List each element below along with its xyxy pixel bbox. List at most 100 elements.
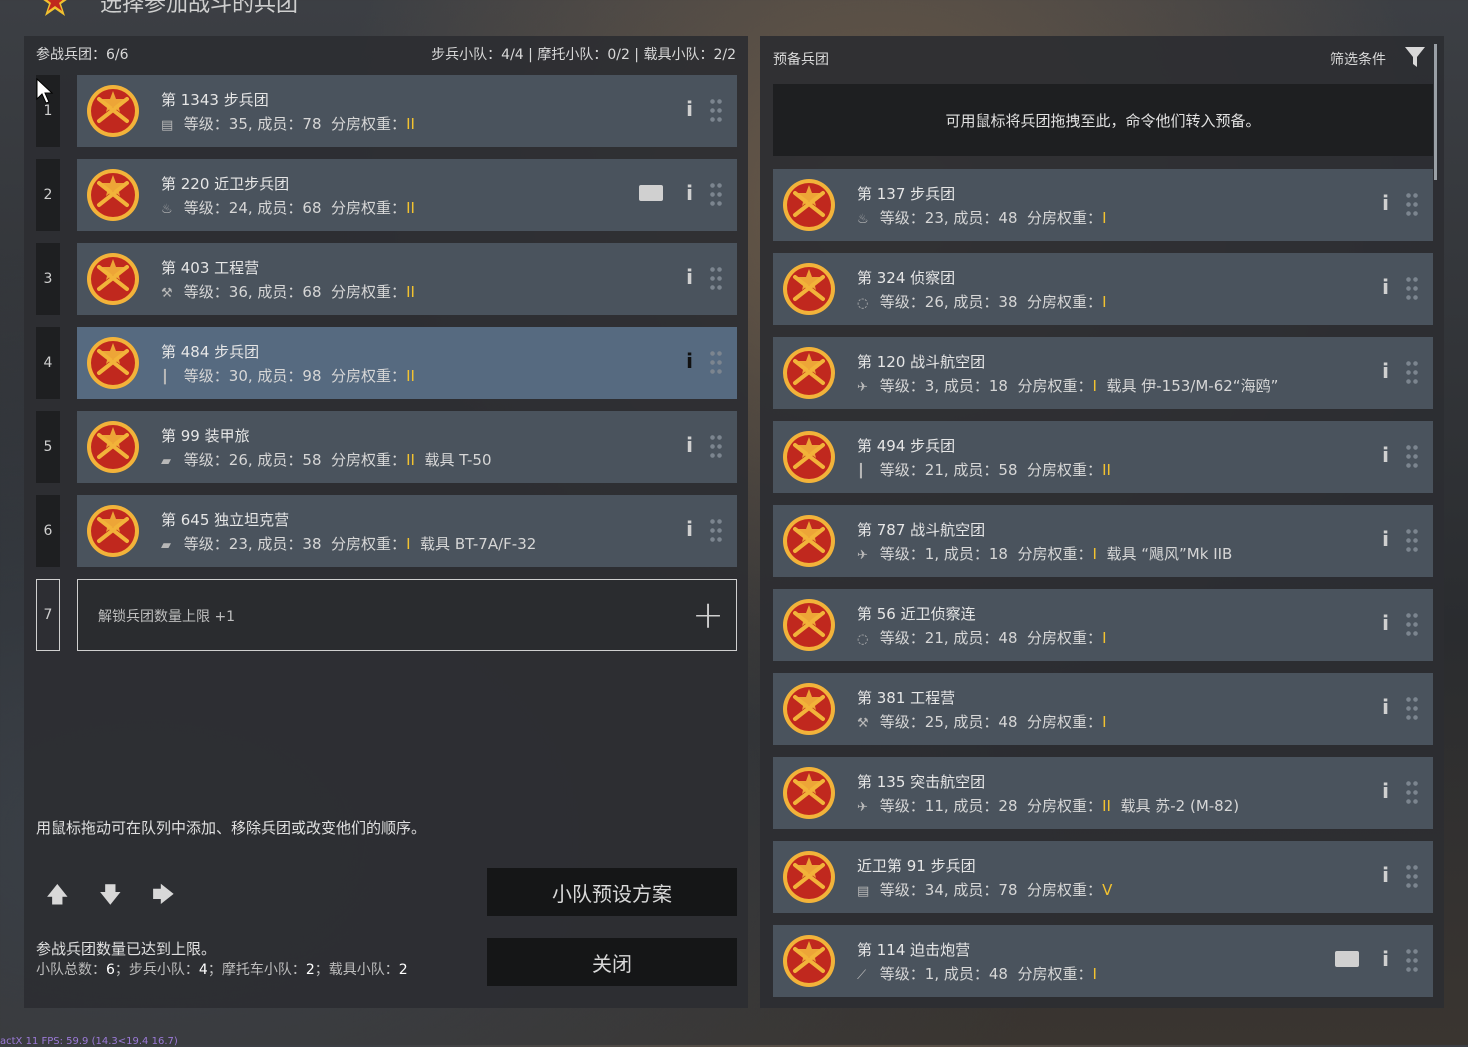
drag-handle-icon[interactable] (1405, 863, 1419, 891)
squad-level-members: 等级：24, 成员：6 (183, 199, 312, 217)
reserve-squad-card[interactable]: 第 56 近卫侦察连 ◌ 等级：21, 成员：48 分房权重：I i (773, 589, 1433, 661)
arrow-down-icon[interactable]: 🡇 (99, 878, 122, 916)
info-icon[interactable]: i (686, 433, 693, 457)
drag-handle-icon[interactable] (1405, 443, 1419, 471)
active-squad-card[interactable]: 第 484 步兵团 ┃ 等级：30, 成员：98 分房权重：II i (77, 327, 737, 399)
drag-handle-icon[interactable] (709, 97, 723, 125)
drag-handle-icon[interactable] (1405, 695, 1419, 723)
weight-value: II (406, 199, 415, 217)
info-icon[interactable]: i (1382, 695, 1389, 719)
weight-label: 分房权重： (1027, 209, 1103, 227)
drag-handle-icon[interactable] (709, 265, 723, 293)
squad-emblem-icon (85, 419, 141, 475)
slot-number: 6 (36, 495, 60, 567)
aircraft-icon: ✈ (857, 800, 868, 815)
scrollbar[interactable] (1434, 44, 1437, 180)
drag-handle-icon[interactable] (709, 349, 723, 377)
slot-number: 4 (36, 327, 60, 399)
filter-icon[interactable] (1404, 46, 1426, 68)
unlock-slot-button[interactable]: 解锁兵团数量上限 +1 + (77, 579, 737, 651)
drag-handle-icon[interactable] (1405, 611, 1419, 639)
squad-stats: ♨ 等级：24, 成员：68 分房权重：II (161, 197, 424, 218)
person-icon: 8 (1007, 629, 1018, 647)
reserve-squad-card[interactable]: 第 494 步兵团 ┃ 等级：21, 成员：58 分房权重：II i (773, 421, 1433, 493)
aircraft-icon: ✈ (857, 380, 868, 395)
info-icon[interactable]: i (1382, 947, 1389, 971)
weight-label: 分房权重： (331, 451, 407, 469)
arrow-right-icon[interactable]: 🡆 (152, 878, 175, 916)
info-icon[interactable]: i (686, 181, 693, 205)
active-count-label: 参战兵团：6/6 (36, 47, 129, 63)
squad-level-members: 等级：21, 成员：5 (879, 461, 1008, 479)
filter-label[interactable]: 筛选条件 (1330, 49, 1386, 69)
info-icon[interactable]: i (1382, 611, 1389, 635)
squad-emblem-icon (781, 177, 837, 233)
squad-title: 第 381 工程营 (857, 689, 956, 707)
weight-value: I (1092, 965, 1097, 983)
info-icon[interactable]: i (1382, 443, 1389, 467)
drag-handle-icon[interactable] (1405, 527, 1419, 555)
slot-number: 2 (36, 159, 60, 231)
info-icon[interactable]: i (1382, 191, 1389, 215)
reserve-squad-card[interactable]: 第 114 迫击炮营 ⟋ 等级：1, 成员：48 分房权重：I i (773, 925, 1433, 997)
squad-emblem-icon (781, 345, 837, 401)
info-icon[interactable]: i (686, 97, 693, 121)
reserve-squad-card[interactable]: 第 120 战斗航空团 ✈ 等级：3, 成员：18 分房权重：I 载具 伊-15… (773, 337, 1433, 409)
info-icon[interactable]: i (686, 265, 693, 289)
squad-title: 第 120 战斗航空团 (857, 353, 986, 371)
drag-handle-icon[interactable] (1405, 359, 1419, 387)
reserve-squad-card[interactable]: 第 787 战斗航空团 ✈ 等级：1, 成员：18 分房权重：I 载具 “飓风”… (773, 505, 1433, 577)
person-icon: 8 (1007, 881, 1018, 899)
close-button[interactable]: 关闭 (487, 938, 737, 986)
info-icon[interactable]: i (686, 517, 693, 541)
squad-emblem-icon (781, 513, 837, 569)
person-icon: 8 (998, 965, 1008, 983)
arrow-up-icon[interactable]: 🡅 (46, 878, 69, 916)
weight-value: I (1102, 713, 1107, 731)
drag-hint: 用鼠标拖动可在队列中添加、移除兵团或改变他们的顺序。 (36, 819, 427, 837)
active-squad-card[interactable]: 第 99 装甲旅 ▰ 等级：26, 成员：58 分房权重：II 载具 T-50 … (77, 411, 737, 483)
info-icon[interactable]: i (1382, 863, 1389, 887)
squad-preset-button[interactable]: 小队预设方案 (487, 868, 737, 916)
drag-handle-icon[interactable] (709, 517, 723, 545)
reserve-drop-zone[interactable]: 可用鼠标将兵团拖拽至此，命令他们转入预备。 (773, 84, 1433, 156)
window-title: 选择参加战斗的兵团 (100, 0, 299, 17)
info-icon[interactable]: i (1382, 779, 1389, 803)
weight-value: I (1102, 293, 1107, 311)
weight-value: I (1102, 209, 1107, 227)
book-icon[interactable] (1335, 951, 1359, 967)
reserve-squad-card[interactable]: 第 381 工程营 ⚒ 等级：25, 成员：48 分房权重：I i (773, 673, 1433, 745)
drag-handle-icon[interactable] (1405, 779, 1419, 807)
aircraft-icon: ✈ (857, 548, 868, 563)
vehicle-label: 载具 “飓风”Mk IIB (1106, 545, 1233, 563)
drag-handle-icon[interactable] (1405, 947, 1419, 975)
person-icon: 8 (311, 535, 322, 553)
weight-label: 分房权重： (1017, 377, 1093, 395)
drag-handle-icon[interactable] (709, 433, 723, 461)
active-squad-card[interactable]: 第 1343 步兵团 ▤ 等级：35, 成员：78 分房权重：II i (77, 75, 737, 147)
drag-handle-icon[interactable] (709, 181, 723, 209)
book-icon[interactable] (639, 185, 663, 201)
drag-handle-icon[interactable] (1405, 191, 1419, 219)
person-icon: 8 (311, 283, 322, 301)
active-squad-card[interactable]: 第 403 工程营 ⚒ 等级：36, 成员：68 分房权重：II i (77, 243, 737, 315)
squad-level-members: 等级：36, 成员：6 (183, 283, 312, 301)
person-icon: 8 (311, 451, 322, 469)
squad-level-members: 等级：21, 成员：4 (879, 629, 1008, 647)
rifle-icon: ┃ (161, 370, 169, 385)
reserve-squad-card[interactable]: 第 324 侦察团 ◌ 等级：26, 成员：38 分房权重：I i (773, 253, 1433, 325)
reserve-squad-card[interactable]: 第 135 突击航空团 ✈ 等级：11, 成员：28 分房权重：II 载具 苏-… (773, 757, 1433, 829)
drag-handle-icon[interactable] (1405, 275, 1419, 303)
reserve-squad-card[interactable]: 第 137 步兵团 ♨ 等级：23, 成员：48 分房权重：I i (773, 169, 1433, 241)
info-icon[interactable]: i (686, 349, 693, 373)
active-squad-card[interactable]: 第 645 独立坦克营 ▰ 等级：23, 成员：38 分房权重：I 载具 BT-… (77, 495, 737, 567)
squad-level-members: 等级：30, 成员：9 (183, 367, 312, 385)
squad-title: 第 56 近卫侦察连 (857, 605, 976, 623)
info-icon[interactable]: i (1382, 359, 1389, 383)
info-icon[interactable]: i (1382, 275, 1389, 299)
info-icon[interactable]: i (1382, 527, 1389, 551)
reserve-squad-card[interactable]: 近卫第 91 步兵团 ▤ 等级：34, 成员：78 分房权重：V i (773, 841, 1433, 913)
weight-value: II (1102, 461, 1111, 479)
active-squad-card[interactable]: 第 220 近卫步兵团 ♨ 等级：24, 成员：68 分房权重：II i (77, 159, 737, 231)
weight-value: II (406, 451, 415, 469)
